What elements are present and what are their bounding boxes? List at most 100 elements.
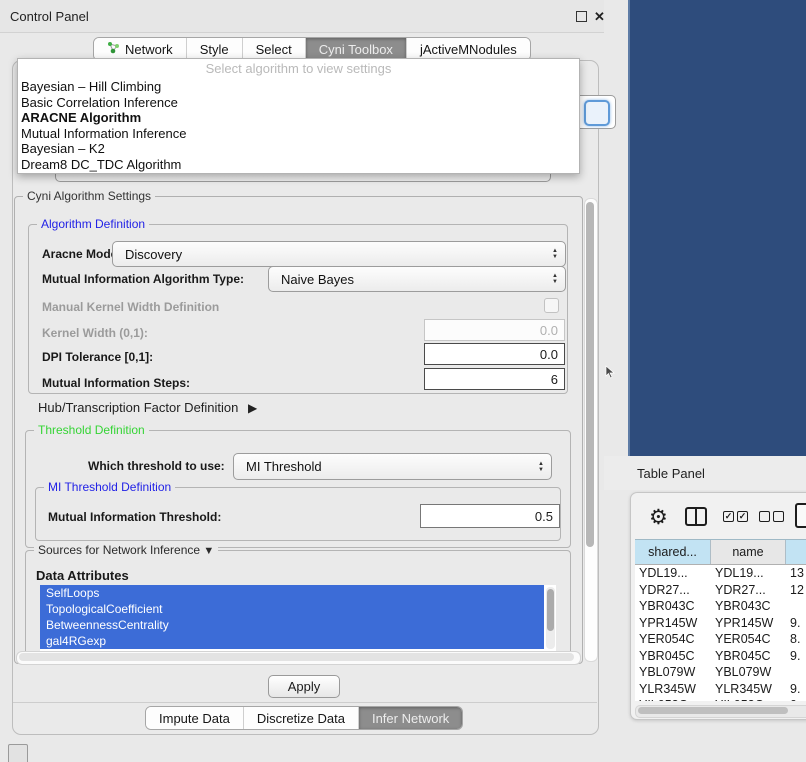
table-panel-title: Table Panel <box>637 466 705 481</box>
table-column-header[interactable]: name <box>711 540 786 564</box>
control-panel-title: Control Panel <box>10 9 89 24</box>
table-cell: YER054C <box>711 631 786 648</box>
show-all-columns-icon[interactable]: ✓✓ <box>723 511 748 522</box>
algorithm-option[interactable]: Bayesian – Hill Climbing <box>18 79 579 95</box>
export-table-icon[interactable] <box>795 503 806 528</box>
combo-dropdown-button[interactable] <box>584 100 610 126</box>
table-cell: YLR345W <box>711 681 786 698</box>
table-column-header[interactable]: shared... <box>635 540 711 564</box>
network-icon <box>107 41 120 57</box>
table-cell: YIL052C <box>635 697 711 701</box>
gear-icon[interactable]: ⚙ <box>649 507 668 528</box>
mi-threshold-field[interactable]: 0.5 <box>420 504 560 528</box>
table-row[interactable]: YDR27...YDR27...12 <box>635 582 806 599</box>
algorithm-option[interactable]: Bayesian – K2 <box>18 141 579 157</box>
algorithm-definition-title: Algorithm Definition <box>37 217 149 231</box>
algorithm-option[interactable]: Basic Correlation Inference <box>18 95 579 111</box>
tab-infer-network[interactable]: Infer Network <box>359 707 462 729</box>
tab-jactivemnodules[interactable]: jActiveMNodules <box>407 38 530 60</box>
kernel-width-field[interactable]: 0.0 <box>424 319 565 341</box>
algorithm-option[interactable]: Dream8 DC_TDC Algorithm <box>18 157 579 173</box>
collapse-right-icon[interactable]: ▶ <box>248 401 257 415</box>
hub-definition-section[interactable]: Hub/Transcription Factor Definition ▶ <box>38 400 257 415</box>
float-panel-icon[interactable] <box>576 11 587 22</box>
table-cell: YDL19... <box>711 565 786 582</box>
table-column-header[interactable] <box>786 540 806 564</box>
scrollbar-thumb[interactable] <box>586 202 594 547</box>
tab-label: Select <box>256 42 292 57</box>
hide-all-columns-icon[interactable] <box>759 511 784 522</box>
algorithm-option-list: Bayesian – Hill ClimbingBasic Correlatio… <box>18 79 579 173</box>
mi-threshold-label: Mutual Information Threshold: <box>48 510 221 524</box>
table-cell: YIL052C <box>711 697 786 701</box>
which-threshold-label: Which threshold to use: <box>88 459 225 473</box>
mi-type-label: Mutual Information Algorithm Type: <box>42 272 244 286</box>
sources-title-text: Sources for Network Inference <box>38 543 200 557</box>
tab-impute-data[interactable]: Impute Data <box>146 707 244 729</box>
table-header-row: shared...name <box>635 539 806 565</box>
table-row[interactable]: YPR145WYPR145W9. <box>635 615 806 632</box>
manual-kernel-checkbox[interactable] <box>544 298 559 313</box>
scrollbar-thumb[interactable] <box>19 653 574 661</box>
tab-select[interactable]: Select <box>243 38 306 60</box>
table-cell <box>786 598 806 615</box>
tab-network[interactable]: Network <box>94 38 187 60</box>
table-cell: 9. <box>786 615 806 632</box>
table-cell: 8. <box>786 631 806 648</box>
table-cell: YBL079W <box>711 664 786 681</box>
tab-label: Style <box>200 42 229 57</box>
scrollbar-thumb[interactable] <box>638 707 788 714</box>
attribute-list-item[interactable]: TopologicalCoefficient <box>40 601 544 617</box>
collapse-down-icon[interactable]: ▼ <box>203 545 214 557</box>
settings-horizontal-scrollbar[interactable] <box>16 651 581 665</box>
table-cell: YDR27... <box>711 582 786 599</box>
table-cell: YDL19... <box>635 565 711 582</box>
table-cell: YBR043C <box>711 598 786 615</box>
table-row[interactable]: YBL079WYBL079W <box>635 664 806 681</box>
which-threshold-value: MI Threshold <box>246 459 322 474</box>
table-panel: ⚙ ✓✓ shared...name YDL19...YDL19...13YDR… <box>630 492 806 720</box>
minimized-panel-icon[interactable] <box>8 744 28 762</box>
close-panel-icon[interactable]: ✕ <box>594 11 605 22</box>
attribute-list-item[interactable]: gal4RGexp <box>40 633 544 649</box>
spinner-arrows-icon: ▲▼ <box>552 273 558 285</box>
tab-style[interactable]: Style <box>187 38 243 60</box>
columns-icon[interactable] <box>685 507 707 526</box>
apply-button[interactable]: Apply <box>268 675 340 698</box>
dpi-tolerance-field[interactable]: 0.0 <box>424 343 565 365</box>
mouse-cursor <box>605 365 615 379</box>
hub-definition-label: Hub/Transcription Factor Definition <box>38 400 238 415</box>
spinner-arrows-icon: ▲▼ <box>538 461 544 473</box>
attribute-list-item[interactable]: SelfLoops <box>40 585 544 601</box>
table-cell: 9. <box>786 681 806 698</box>
aracne-mode-combo[interactable]: Discovery ▲▼ <box>112 241 566 267</box>
table-row[interactable]: YBR043CYBR043C <box>635 598 806 615</box>
dropdown-placeholder: Select algorithm to view settings <box>18 59 579 79</box>
table-row[interactable]: YIL052CYIL052C0. <box>635 697 806 701</box>
which-threshold-combo[interactable]: MI Threshold ▲▼ <box>233 453 552 480</box>
tab-label: Discretize Data <box>257 711 345 726</box>
tab-cyni-toolbox[interactable]: Cyni Toolbox <box>306 38 407 60</box>
table-row[interactable]: YDL19...YDL19...13 <box>635 565 806 582</box>
dpi-tolerance-label: DPI Tolerance [0,1]: <box>42 350 153 364</box>
mi-type-combo[interactable]: Naive Bayes ▲▼ <box>268 266 566 292</box>
data-attributes-list[interactable]: SelfLoopsTopologicalCoefficientBetweenne… <box>40 585 556 652</box>
node-table: shared...name YDL19...YDL19...13YDR27...… <box>635 539 806 701</box>
algorithm-option[interactable]: Mutual Information Inference <box>18 126 579 142</box>
mi-steps-label: Mutual Information Steps: <box>42 376 190 390</box>
table-row[interactable]: YLR345WYLR345W9. <box>635 681 806 698</box>
tab-label: jActiveMNodules <box>420 42 517 57</box>
table-horizontal-scrollbar[interactable] <box>635 705 806 718</box>
attributes-scrollbar[interactable] <box>546 587 555 649</box>
mi-steps-field[interactable]: 6 <box>424 368 565 390</box>
table-row[interactable]: YBR045CYBR045C9. <box>635 648 806 665</box>
tab-label: Infer Network <box>372 711 449 726</box>
settings-vertical-scrollbar[interactable] <box>584 198 598 662</box>
table-row[interactable]: YER054CYER054C8. <box>635 631 806 648</box>
panel-divider <box>13 702 597 703</box>
algorithm-option[interactable]: ARACNE Algorithm <box>18 110 579 126</box>
tab-discretize-data[interactable]: Discretize Data <box>244 707 359 729</box>
tab-label: Cyni Toolbox <box>319 42 393 57</box>
attribute-list-item[interactable]: BetweennessCentrality <box>40 617 544 633</box>
table-cell: YPR145W <box>711 615 786 632</box>
